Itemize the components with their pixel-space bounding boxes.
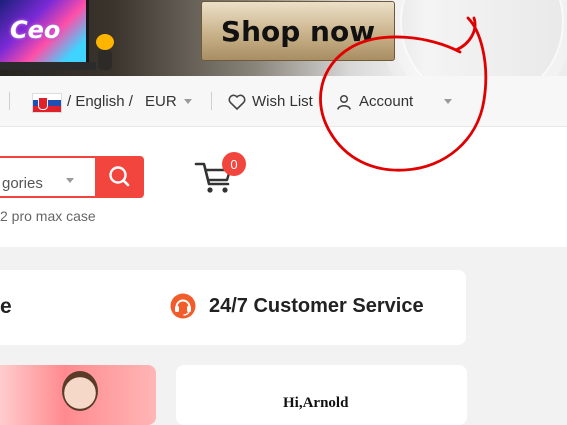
chevron-down-icon[interactable]	[66, 178, 74, 183]
site-header: gories 2 pro max case 0	[0, 127, 567, 247]
chevron-down-icon[interactable]	[184, 99, 192, 104]
account-link[interactable]: Account	[359, 93, 413, 110]
chevron-down-icon[interactable]	[444, 99, 452, 104]
banner-decoration	[400, 0, 564, 76]
promo-image-card[interactable]	[0, 365, 156, 425]
service-item-left: e	[0, 295, 12, 318]
headset-icon	[170, 293, 196, 319]
service-strip: e 24/7 Customer Service	[0, 270, 466, 345]
shop-now-button[interactable]: Shop now	[201, 1, 395, 61]
greeting-text: Hi,Arnold	[283, 395, 349, 411]
laptop-screen-text: Ceo	[10, 16, 61, 44]
user-icon[interactable]	[336, 94, 352, 110]
user-greeting-card: Hi,Arnold	[176, 365, 467, 425]
laptop-image: Ceo	[0, 0, 89, 65]
search-category-select[interactable]: gories	[0, 156, 96, 198]
mascot-figure	[92, 34, 118, 70]
search-category-text: gories	[2, 175, 43, 192]
wishlist-link[interactable]: Wish List	[252, 93, 313, 110]
search-suggestion[interactable]: 2 pro max case	[0, 208, 96, 224]
language-selector[interactable]: / English /	[67, 93, 133, 110]
nav-divider	[9, 92, 10, 110]
top-navigation: / English / EUR Wish List Account	[0, 76, 567, 127]
search-button[interactable]	[95, 156, 144, 198]
heart-icon[interactable]	[228, 94, 246, 110]
search-icon	[109, 166, 130, 187]
model-photo	[62, 371, 98, 411]
currency-selector[interactable]: EUR	[145, 93, 177, 110]
laptop-base	[0, 62, 96, 70]
customer-service-label: 24/7 Customer Service	[209, 295, 424, 317]
flag-slovakia-icon[interactable]	[32, 93, 62, 113]
nav-divider	[211, 92, 212, 110]
cart-count-badge: 0	[222, 152, 246, 176]
promo-banner[interactable]: Ceo Shop now	[0, 0, 567, 76]
